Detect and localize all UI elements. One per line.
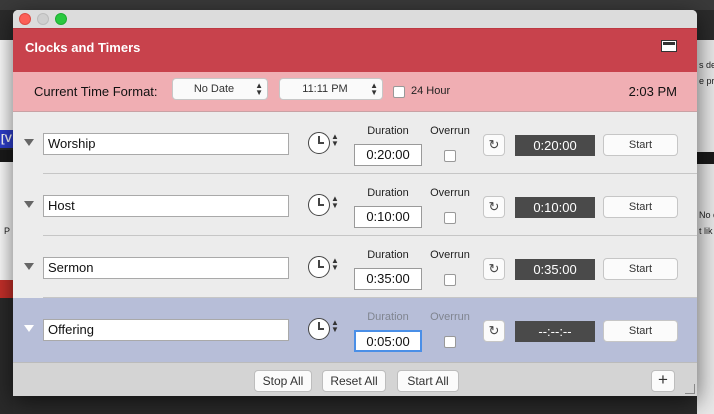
screen-icon[interactable] <box>661 40 677 52</box>
timer-row: Sermon ▲ ▼ Duration 0:35:00 Overrun ↻ 0:3… <box>13 236 697 298</box>
timer-display: 0:20:00 <box>515 135 595 156</box>
background-text: s de <box>699 60 714 70</box>
overrun-checkbox[interactable] <box>444 274 456 286</box>
background-text: [V <box>1 133 12 145</box>
minimize-window-button[interactable] <box>37 13 49 25</box>
overrun-label: Overrun <box>430 311 470 323</box>
duration-label: Duration <box>367 125 409 137</box>
timer-name-field[interactable]: Sermon <box>43 257 289 279</box>
timer-row: Worship ▲ ▼ Duration 0:20:00 Overrun ↻ 0:… <box>13 112 697 174</box>
duration-field[interactable]: 0:20:00 <box>354 144 422 166</box>
up-down-arrows-icon[interactable]: ▲ ▼ <box>331 257 339 272</box>
clock-icon[interactable] <box>308 132 330 154</box>
background-window-left-red <box>0 280 13 298</box>
refresh-icon[interactable]: ↻ <box>483 258 505 280</box>
title-bar[interactable] <box>13 10 697 28</box>
current-time: 2:03 PM <box>628 84 677 99</box>
plus-icon[interactable]: + <box>651 370 675 392</box>
start-button[interactable]: Start <box>603 320 678 342</box>
refresh-icon[interactable]: ↻ <box>483 320 505 342</box>
date-format-select[interactable]: No Date ▲ ▼ <box>172 78 268 100</box>
up-down-arrows-icon: ▲ ▼ <box>370 81 378 97</box>
bottom-toolbar: Stop All Reset All Start All + <box>13 362 697 396</box>
background-window-left-dark <box>0 298 13 414</box>
hour24-checkbox[interactable] <box>393 86 405 98</box>
timer-name-field[interactable]: Offering <box>43 319 289 341</box>
background-text: e pr <box>699 76 714 86</box>
up-down-arrows-icon[interactable]: ▲ ▼ <box>331 195 339 210</box>
start-all-button[interactable]: Start All <box>397 370 459 392</box>
background-window-left-dark <box>0 150 13 162</box>
overrun-checkbox[interactable] <box>444 150 456 162</box>
time-format-select[interactable]: 11:11 PM ▲ ▼ <box>279 78 383 100</box>
time-format-label: Current Time Format: <box>34 84 158 99</box>
timer-name-field[interactable]: Host <box>43 195 289 217</box>
up-down-arrows-icon[interactable]: ▲ ▼ <box>331 133 339 148</box>
timer-display: 0:35:00 <box>515 259 595 280</box>
triangle-down-icon[interactable] <box>24 263 34 270</box>
hour24-label: 24 Hour <box>411 85 451 97</box>
panel-header: Clocks and Timers <box>13 28 697 72</box>
overrun-label: Overrun <box>430 249 470 261</box>
triangle-down-icon[interactable] <box>24 201 34 208</box>
duration-field[interactable]: 0:05:00 <box>354 330 422 352</box>
timer-row: Host ▲ ▼ Duration 0:10:00 Overrun ↻ 0:10:… <box>13 174 697 236</box>
clock-icon[interactable] <box>308 256 330 278</box>
triangle-down-icon[interactable] <box>24 325 34 332</box>
overrun-label: Overrun <box>430 125 470 137</box>
start-button[interactable]: Start <box>603 258 678 280</box>
panel-title: Clocks and Timers <box>25 40 141 55</box>
background-text: No c <box>699 210 714 220</box>
refresh-icon[interactable]: ↻ <box>483 196 505 218</box>
background-window-left <box>0 40 13 130</box>
zoom-window-button[interactable] <box>55 13 67 25</box>
clock-icon[interactable] <box>308 194 330 216</box>
timer-display: 0:10:00 <box>515 197 595 218</box>
stop-all-button[interactable]: Stop All <box>254 370 312 392</box>
resize-handle[interactable] <box>685 384 695 394</box>
overrun-label: Overrun <box>430 187 470 199</box>
start-button[interactable]: Start <box>603 196 678 218</box>
duration-label: Duration <box>367 187 409 199</box>
start-button[interactable]: Start <box>603 134 678 156</box>
duration-field[interactable]: 0:10:00 <box>354 206 422 228</box>
timer-name-field[interactable]: Worship <box>43 133 289 155</box>
clock-icon[interactable] <box>308 318 330 340</box>
overrun-checkbox[interactable] <box>444 212 456 224</box>
background-window-left <box>0 162 13 280</box>
date-format-value: No Date <box>193 83 235 95</box>
duration-field[interactable]: 0:35:00 <box>354 268 422 290</box>
timer-row-selected: Offering ▲ ▼ Duration 0:05:00 Overrun ↻ -… <box>13 298 697 362</box>
background-window-right-dark <box>697 152 714 164</box>
triangle-down-icon[interactable] <box>24 139 34 146</box>
time-format-value: 11:11 PM <box>302 83 348 95</box>
time-format-bar: Current Time Format: No Date ▲ ▼ 11:11 PM… <box>13 72 697 112</box>
background-text: P <box>4 226 11 236</box>
overrun-checkbox[interactable] <box>444 336 456 348</box>
up-down-arrows-icon[interactable]: ▲ ▼ <box>331 319 339 334</box>
close-window-button[interactable] <box>19 13 31 25</box>
background-window-strip <box>0 0 714 10</box>
timer-display: --:--:-- <box>515 321 595 342</box>
clocks-timers-window: Clocks and Timers Current Time Format: N… <box>13 10 697 396</box>
duration-label: Duration <box>367 311 409 323</box>
up-down-arrows-icon: ▲ ▼ <box>255 81 263 97</box>
duration-label: Duration <box>367 249 409 261</box>
refresh-icon[interactable]: ↻ <box>483 134 505 156</box>
reset-all-button[interactable]: Reset All <box>322 370 386 392</box>
background-text: t lik <box>699 226 713 236</box>
